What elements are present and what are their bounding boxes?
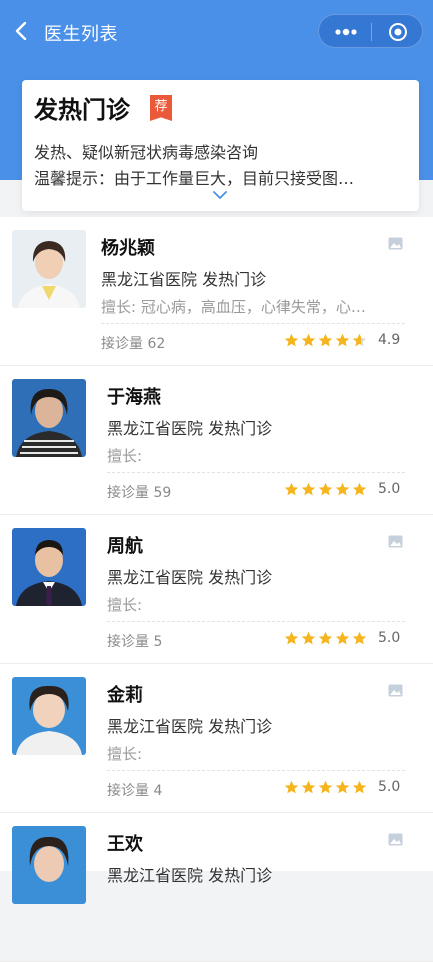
star-icon (301, 333, 316, 347)
close-target-icon[interactable] (388, 22, 408, 42)
doctor-name: 王欢 (107, 834, 143, 855)
doctor-photo (12, 528, 86, 606)
doctor-specialty: 擅长: 冠心病，高血压，心律失常，心… (101, 298, 366, 316)
consult-count: 接诊量 62 (101, 336, 166, 352)
star-icon (352, 482, 367, 496)
divider (107, 621, 405, 622)
star-icon (335, 482, 350, 496)
rating-score: 5.0 (378, 779, 401, 795)
star-icon (318, 631, 333, 645)
star-icon (335, 780, 350, 794)
doctor-photo (12, 230, 86, 308)
image-icon (388, 535, 403, 548)
star-icon (284, 333, 299, 347)
doctor-name: 于海燕 (107, 387, 161, 408)
doctor-photo (12, 379, 86, 457)
rating-stars (284, 333, 369, 349)
rating-score: 4.9 (378, 332, 401, 348)
department-name: 发热门诊 (34, 96, 130, 124)
doctor-photo (12, 677, 86, 755)
department-card[interactable]: 发热门诊 荐 发热、疑似新冠状病毒感染咨询 温馨提示：由于工作量巨大，目前只接受… (22, 80, 419, 211)
star-icon (352, 333, 367, 347)
consult-count: 接诊量 4 (107, 783, 163, 799)
star-icon (318, 780, 333, 794)
doctor-row[interactable]: 金莉 黑龙江省医院 发热门诊 擅长: 接诊量 4 5.0 (0, 664, 433, 813)
more-icon[interactable] (333, 25, 359, 39)
mini-program-capsule (318, 14, 423, 48)
divider (107, 472, 405, 473)
chevron-down-icon[interactable] (213, 191, 227, 199)
star-icon (301, 631, 316, 645)
page-title: 医生列表 (44, 24, 118, 45)
department-tip: 温馨提示：由于工作量巨大，目前只接受图… (34, 169, 355, 188)
doctor-specialty: 擅长: (107, 596, 143, 614)
star-icon (352, 631, 367, 645)
rating-stars (284, 780, 369, 796)
doctor-hospital: 黑龙江省医院 发热门诊 (107, 717, 273, 736)
doctor-row[interactable]: 杨兆颖 黑龙江省医院 发热门诊 擅长: 冠心病，高血压，心律失常，心… 接诊量 … (0, 217, 433, 366)
doctor-name: 周航 (107, 536, 143, 557)
doctor-row[interactable]: 王欢 黑龙江省医院 发热门诊 (0, 813, 433, 962)
doctor-specialty: 擅长: (107, 745, 143, 763)
doctor-specialty: 擅长: (107, 447, 143, 465)
star-icon (318, 333, 333, 347)
capsule-divider (371, 23, 372, 41)
nav-bar: 医生列表 (0, 0, 433, 64)
doctor-hospital: 黑龙江省医院 发热门诊 (107, 568, 273, 587)
star-icon (284, 631, 299, 645)
doctor-row[interactable]: 周航 黑龙江省医院 发热门诊 擅长: 接诊量 5 5.0 (0, 515, 433, 664)
rating-stars (284, 482, 369, 498)
doctor-hospital: 黑龙江省医院 发热门诊 (107, 866, 273, 885)
divider (101, 323, 405, 324)
doctor-row[interactable]: 于海燕 黑龙江省医院 发热门诊 擅长: 接诊量 59 5.0 (0, 366, 433, 515)
consult-count: 接诊量 59 (107, 485, 172, 501)
doctor-name: 金莉 (107, 685, 143, 706)
doctor-name: 杨兆颖 (101, 238, 155, 259)
doctor-photo (12, 826, 86, 904)
star-icon (335, 631, 350, 645)
star-icon (318, 482, 333, 496)
rating-stars (284, 631, 369, 647)
star-icon (301, 482, 316, 496)
image-icon (388, 833, 403, 846)
rating-score: 5.0 (378, 630, 401, 646)
star-icon (284, 780, 299, 794)
image-icon (388, 684, 403, 697)
star-icon (352, 780, 367, 794)
star-icon (301, 780, 316, 794)
star-icon (335, 333, 350, 347)
department-description: 发热、疑似新冠状病毒感染咨询 (34, 143, 259, 162)
consult-count: 接诊量 5 (107, 634, 163, 650)
image-icon (388, 237, 403, 250)
star-icon (284, 482, 299, 496)
doctor-hospital: 黑龙江省医院 发热门诊 (107, 419, 273, 438)
rating-score: 5.0 (378, 481, 401, 497)
doctor-hospital: 黑龙江省医院 发热门诊 (101, 270, 267, 289)
divider (107, 770, 405, 771)
doctor-list: 杨兆颖 黑龙江省医院 发热门诊 擅长: 冠心病，高血压，心律失常，心… 接诊量 … (0, 217, 433, 962)
back-icon[interactable] (14, 22, 30, 40)
recommend-badge: 荐 (150, 95, 172, 121)
